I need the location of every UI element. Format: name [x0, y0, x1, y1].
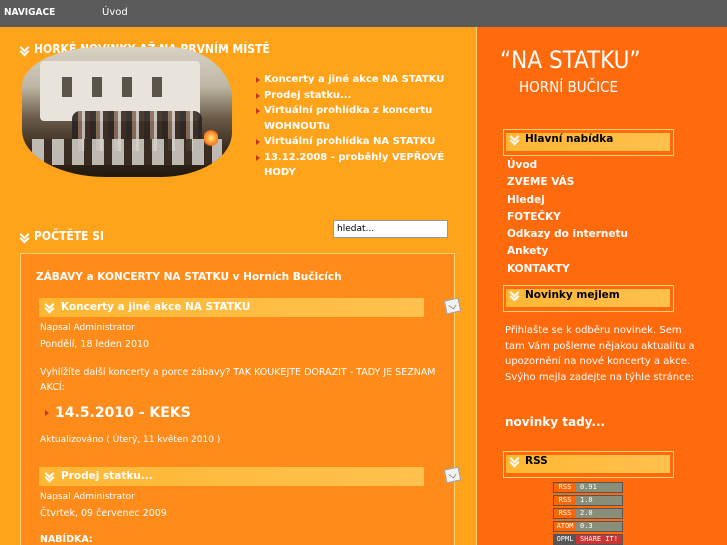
menu-item[interactable]: Ankety	[507, 243, 628, 260]
article-date: Pondělí, 18 leden 2010	[40, 339, 150, 350]
article-header: Koncerty a jiné akce NA STATKU	[39, 297, 462, 317]
newsletter-title: Novinky mejlem	[525, 289, 620, 301]
double-chevron-down-icon	[45, 302, 55, 312]
double-chevron-down-icon	[20, 232, 30, 242]
newsletter-header: Novinky mejlem	[503, 285, 674, 312]
menu-item[interactable]: Úvod	[507, 157, 628, 174]
atom-03-badge[interactable]: ATOM 0.3	[553, 521, 623, 532]
rss-20-badge[interactable]: RSS 2.0	[553, 508, 623, 519]
rss-10-badge[interactable]: RSS 1.0	[553, 495, 623, 506]
menu-item[interactable]: Hledej	[507, 192, 628, 209]
read-heading: POČTĚTE SI	[20, 229, 104, 243]
rss-header: RSS	[503, 451, 674, 478]
double-chevron-down-icon	[510, 456, 520, 466]
hot-news-item[interactable]: Prodej statku...	[255, 88, 465, 104]
opml-share-badge[interactable]: OPML SHARE IT!	[553, 534, 623, 545]
menu-item[interactable]: ZVEME VÁS	[507, 174, 628, 191]
hot-news-item[interactable]: Virtuální prohlídka NA STATKU	[255, 134, 465, 150]
article-title[interactable]: Prodej statku...	[61, 470, 153, 482]
read-title: POČTĚTE SI	[34, 229, 105, 243]
article-author: Napsal Administrator	[40, 323, 135, 333]
hot-news-item[interactable]: 13.12.2008 - proběhly VEPŘOVÉ HODY	[255, 150, 465, 181]
article-title[interactable]: Koncerty a jiné akce NA STATKU	[61, 301, 250, 313]
rss-title: RSS	[525, 455, 548, 467]
rss-badges: RSS 0.91 RSS 1.0 RSS 2.0 ATOM 0.3 OPML SHARE …	[553, 482, 623, 545]
site-title: “NA STATKU”	[500, 46, 641, 74]
offer-heading: NABÍDKA:	[40, 534, 93, 545]
newsletter-link[interactable]: novinky tady...	[505, 415, 605, 429]
double-chevron-down-icon	[45, 471, 55, 481]
article-updated: Aktualizováno ( Úterý, 11 květen 2010 )	[40, 435, 221, 445]
nav-link-home[interactable]: Úvod	[102, 7, 128, 18]
double-chevron-down-icon	[510, 290, 520, 300]
navigation-title: NAVIGACE	[4, 7, 56, 18]
event-photo	[22, 47, 232, 177]
main-menu-header: Hlavní nabídka	[503, 129, 674, 156]
top-navigation-bar: NAVIGACE Úvod	[0, 0, 727, 27]
hot-news-item[interactable]: Virtuální prohlídka z koncertu WOHNOUTu	[255, 103, 465, 134]
newsletter-text: Přihlašte se k odběru novinek. Sem tam V…	[505, 325, 695, 383]
article-text: Vyhlížíte další koncerty a porce zábavy?…	[40, 367, 436, 393]
search-input[interactable]	[333, 220, 448, 238]
content-box-title: ZÁBAVY a KONCERTY NA STATKU v Horních Bu…	[36, 271, 342, 283]
menu-item[interactable]: Odkazy do internetu	[507, 226, 628, 243]
hot-news-list: Koncerty a jiné akce NA STATKU Prodej st…	[255, 72, 465, 181]
event-item[interactable]: 14.5.2010 - KEKS	[45, 405, 191, 421]
double-chevron-down-icon	[510, 134, 520, 144]
menu-item[interactable]: FOTEČKY	[507, 209, 628, 226]
article-author: Napsal Administrator	[40, 492, 135, 502]
main-menu: Úvod ZVEME VÁS Hledej FOTEČKY Odkazy do …	[507, 157, 628, 278]
site-subtitle: HORNÍ BUČICE	[519, 78, 618, 96]
article-date: Čtvrtek, 09 červenec 2009	[40, 508, 167, 519]
rss-091-badge[interactable]: RSS 0.91	[553, 482, 623, 493]
content-box: ZÁBAVY a KONCERTY NA STATKU v Horních Bu…	[20, 253, 462, 545]
double-chevron-down-icon	[20, 45, 30, 55]
main-menu-title: Hlavní nabídka	[525, 133, 614, 145]
menu-item[interactable]: KONTAKTY	[507, 261, 628, 278]
hot-news-item[interactable]: Koncerty a jiné akce NA STATKU	[255, 72, 465, 88]
article-header: Prodej statku...	[39, 466, 462, 486]
